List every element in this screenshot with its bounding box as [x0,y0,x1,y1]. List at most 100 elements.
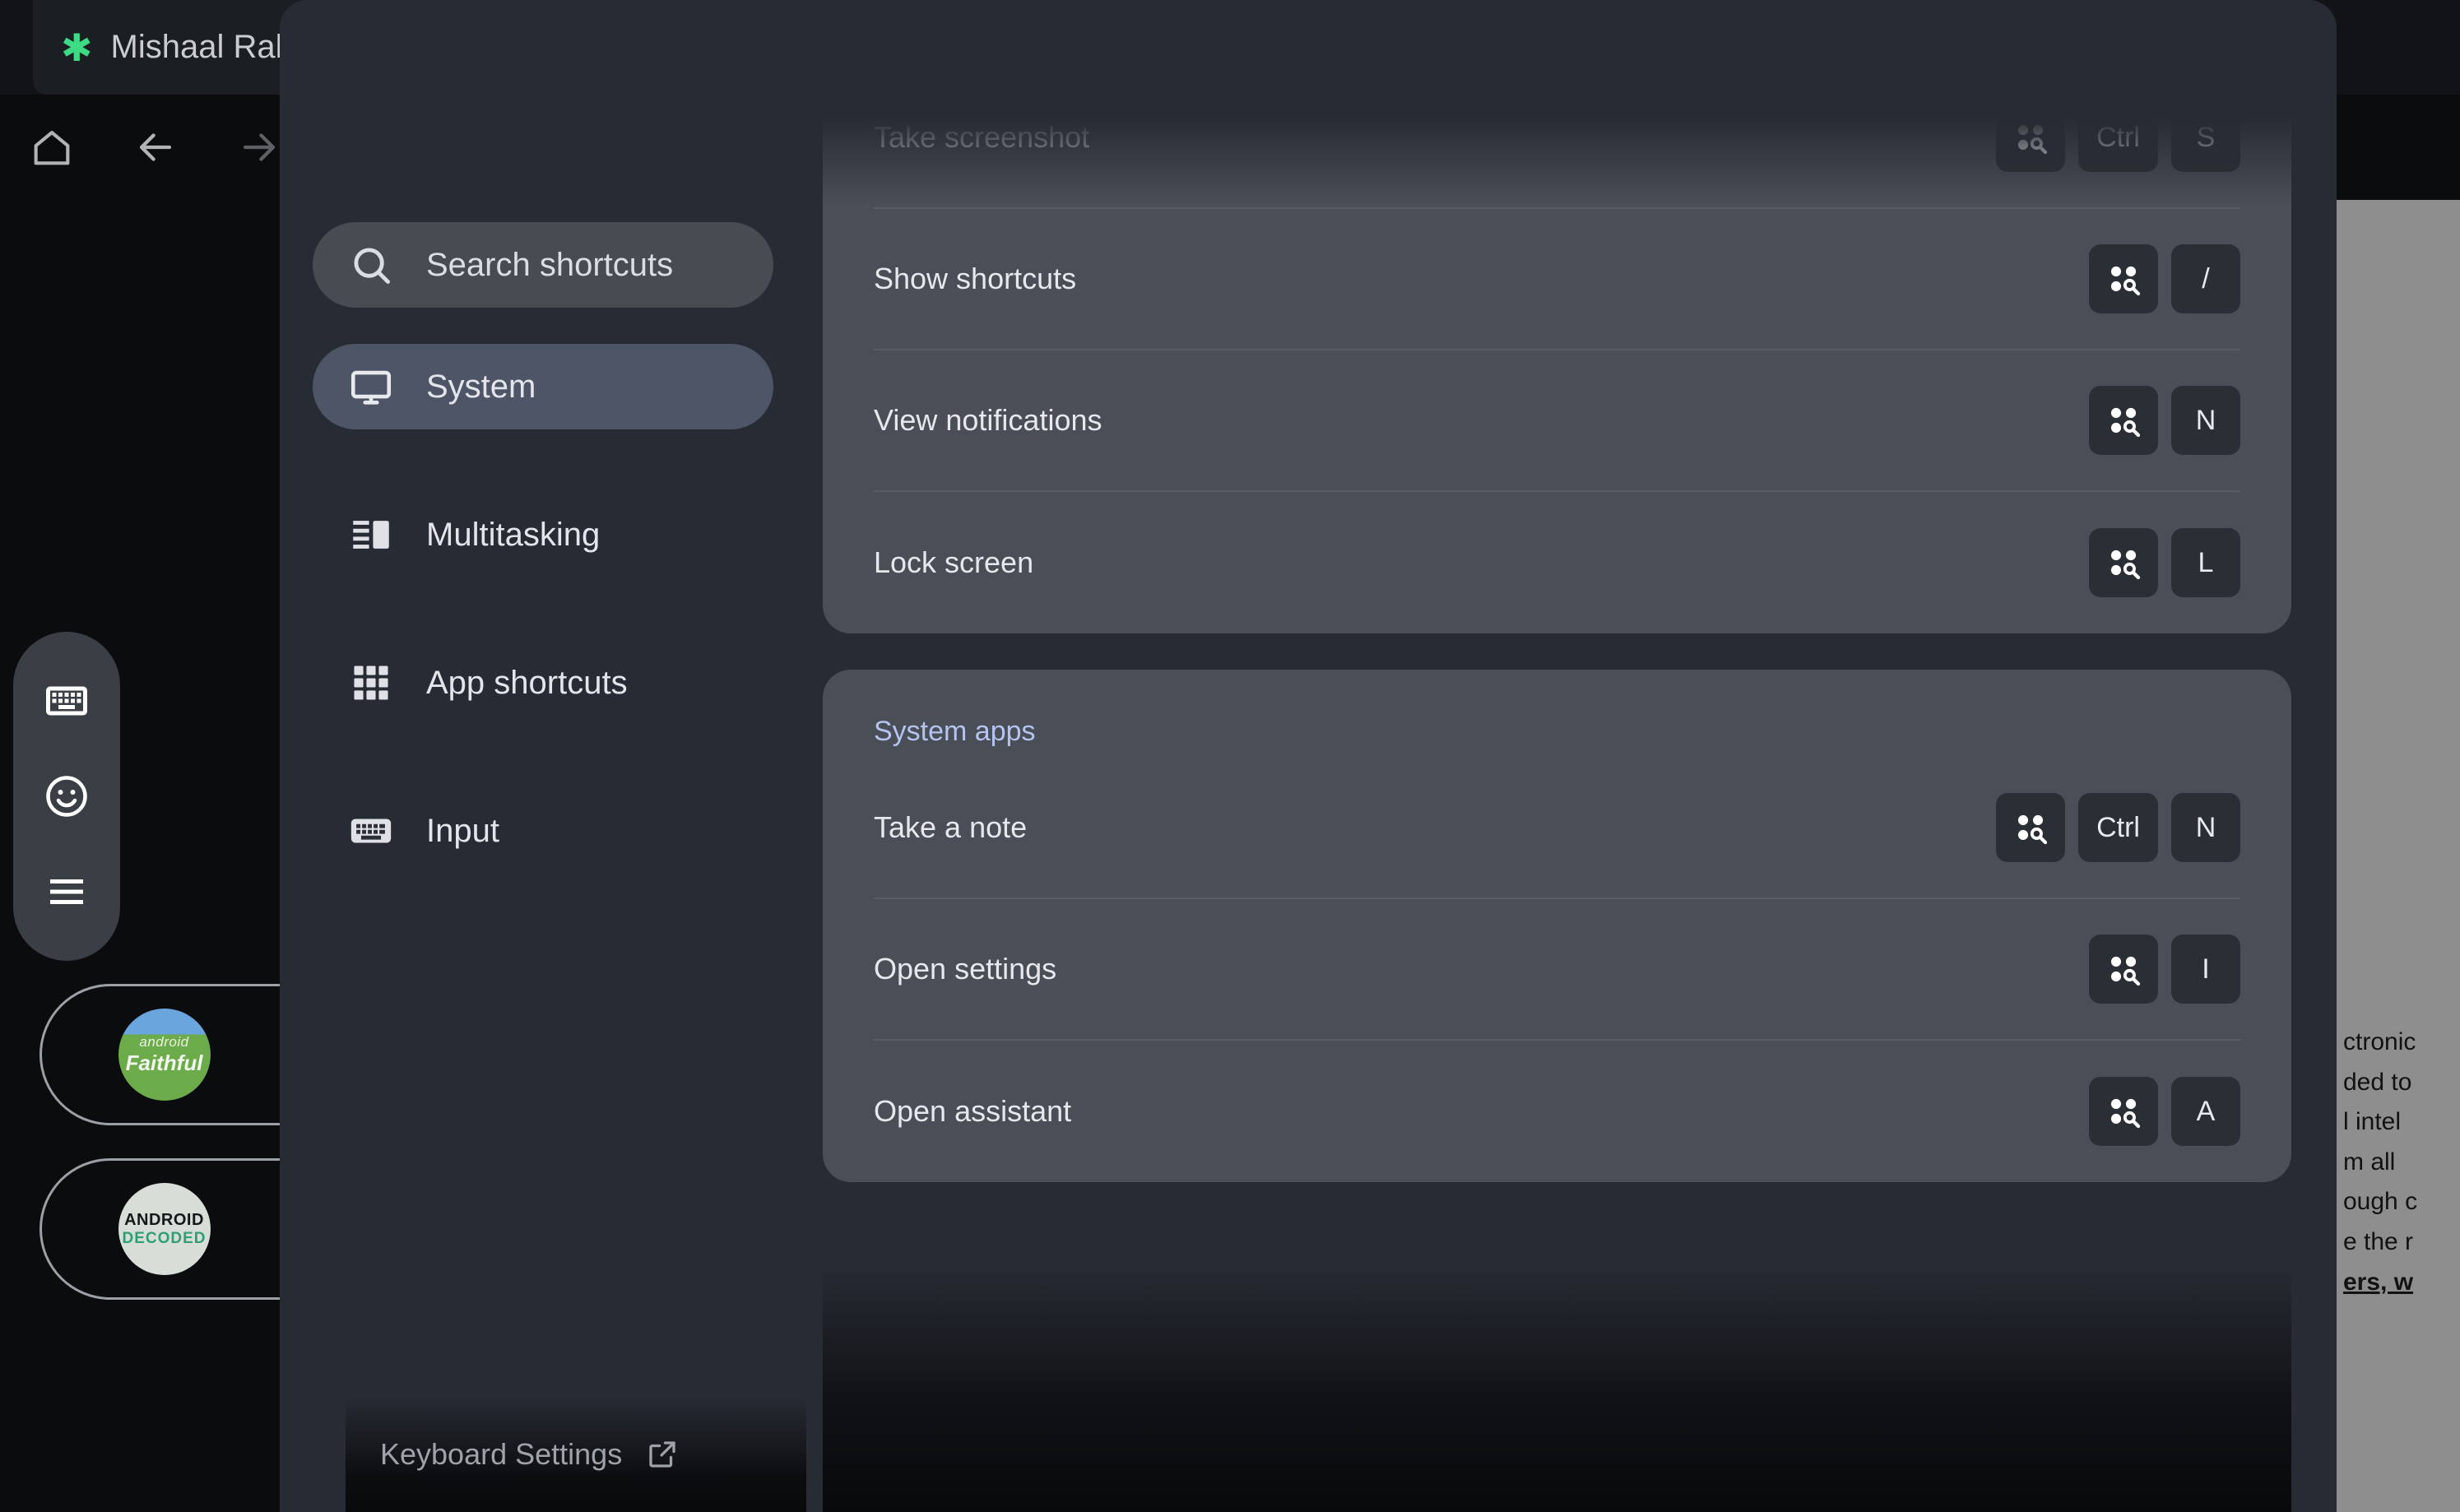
launcher-key-icon [2089,386,2158,455]
keyboard-shortcuts-dialog: Keyboard shortcuts Search shortcuts Syst… [280,0,2337,1512]
shortcut-keys: EscorBackspaceorLeft arrow [1435,0,2240,30]
avatar-line-2: DECODED [122,1229,207,1247]
shortcut-row: Show shortcuts / [874,209,2240,350]
search-input[interactable]: Search shortcuts [313,222,773,308]
shortcut-label: Go back [874,0,984,13]
shortcut-row: Open settings I [874,899,2240,1041]
grid-apps-icon [347,659,395,707]
key-chip: I [2171,935,2240,1004]
shortcut-label: Take screenshot [874,120,1090,154]
key-separator: or [1940,0,1984,12]
sidebar-item-app-shortcuts[interactable]: App shortcuts [313,640,773,726]
avatar-line-2: Faithful [125,1050,203,1075]
key-chip: A [2171,1077,2240,1146]
shortcut-card: Go backEscorBackspaceorLeft arrowTake sc… [823,0,2291,633]
card-heading: System apps [874,716,1036,747]
shortcut-label: Open settings [874,952,1057,986]
sidebar-item-multitasking[interactable]: Multitasking [313,492,773,577]
launcher-key-icon [2089,244,2158,313]
shortcut-label: Open assistant [874,1094,1072,1128]
key-chip: L [2171,528,2240,597]
article-line: e the r [2343,1227,2414,1255]
launcher-key-icon [1671,0,1741,30]
shortcut-label: Lock screen [874,545,1034,579]
sidebar-item-label: System [426,368,536,405]
shortcut-row: Take screenshot Ctrl S [874,67,2240,209]
sidebar-item-system[interactable]: System [313,344,773,429]
avatar: ANDROID DECODED [118,1183,211,1275]
shortcut-keys: L [2089,528,2240,597]
shortcut-keys: A [2089,1077,2240,1146]
article-text-column: ctronic ded to l intel m all ough c e th… [2337,200,2460,1512]
key-chip: Left arrow [2079,0,2240,30]
key-chip: N [2171,386,2240,455]
article-line: ough c [2343,1188,2418,1216]
list-item[interactable]: android Faithful [39,984,286,1125]
sidebar-item-label: App shortcuts [426,664,628,701]
search-icon [347,241,395,289]
article-link[interactable]: ers, w [2337,1263,2460,1303]
avatar-line-1: ANDROID [124,1210,204,1229]
shortcut-label: Show shortcuts [874,262,1077,295]
screen-root: ctronic ded to l intel m all ough c e th… [0,0,2460,1512]
key-chip: Backspace [1753,0,1927,30]
split-screen-icon [347,511,395,559]
launcher-key-icon [1997,0,2067,30]
keyboard-icon[interactable] [42,676,91,726]
article-line: ded to [2343,1068,2412,1096]
launcher-key-icon [1435,0,1505,30]
shortcut-label: Take a note [874,810,1028,844]
shortcut-row: View notifications N [874,350,2240,492]
keyboard-settings-link[interactable]: Keyboard Settings [346,1397,806,1512]
avatar-line-1: android [139,1033,189,1050]
key-separator: or [1613,0,1658,12]
article-line: ctronic [2343,1028,2416,1055]
sidebar: Search shortcuts System Multitasking App… [313,222,806,1512]
forward-arrow-icon[interactable] [235,123,283,171]
home-icon[interactable] [28,123,76,171]
article-line: m all [2343,1148,2396,1176]
shortcut-row: Open assistant A [874,1041,2240,1182]
monitor-icon [347,363,395,410]
shortcut-cards: Go backEscorBackspaceorLeft arrowTake sc… [823,0,2291,1218]
back-arrow-icon[interactable] [132,123,179,171]
bottom-fade-overlay [823,1265,2291,1512]
avatar: android Faithful [118,1009,211,1101]
launcher-key-icon [1996,103,2066,172]
key-chip: Ctrl [2078,103,2158,172]
shortcut-label: View notifications [874,403,1102,437]
launcher-key-icon [2089,1077,2158,1146]
open-in-new-icon [645,1437,680,1472]
article-line: l intel [2343,1108,2402,1136]
hamburger-icon[interactable] [42,867,91,916]
key-chip: Esc [1517,0,1601,30]
shortcuts-scroll-area[interactable]: Go backEscorBackspaceorLeft arrowTake sc… [823,0,2291,1512]
shortcut-row: Go backEscorBackspaceorLeft arrow [874,0,2240,67]
sidebar-item-input[interactable]: Input [313,788,773,874]
key-chip: / [2171,244,2240,313]
emoji-icon[interactable] [42,772,91,821]
key-chip: Ctrl [2078,793,2158,862]
asterisk-icon: ✱ [61,26,93,69]
shortcut-card: System apps Take a note Ctrl N Open settings… [823,670,2291,1182]
key-chip: N [2171,793,2240,862]
shortcut-row: Lock screen L [874,492,2240,633]
shortcut-keys: N [2089,386,2240,455]
launcher-key-icon [2089,935,2158,1004]
keyboard-icon [347,807,395,855]
shortcut-row: Take a note Ctrl N [874,758,2240,899]
search-placeholder: Search shortcuts [426,246,674,283]
launcher-key-icon [1996,793,2066,862]
sidebar-item-label: Multitasking [426,516,601,553]
keyboard-settings-label: Keyboard Settings [380,1437,623,1471]
sidebar-item-label: Input [426,812,499,849]
shortcut-keys: Ctrl S [1996,103,2240,172]
shortcut-keys: / [2089,244,2240,313]
floating-toolbar[interactable] [13,632,120,961]
key-chip: S [2171,103,2240,172]
list-item[interactable]: ANDROID DECODED [39,1158,286,1300]
shortcut-keys: Ctrl N [1996,793,2240,862]
